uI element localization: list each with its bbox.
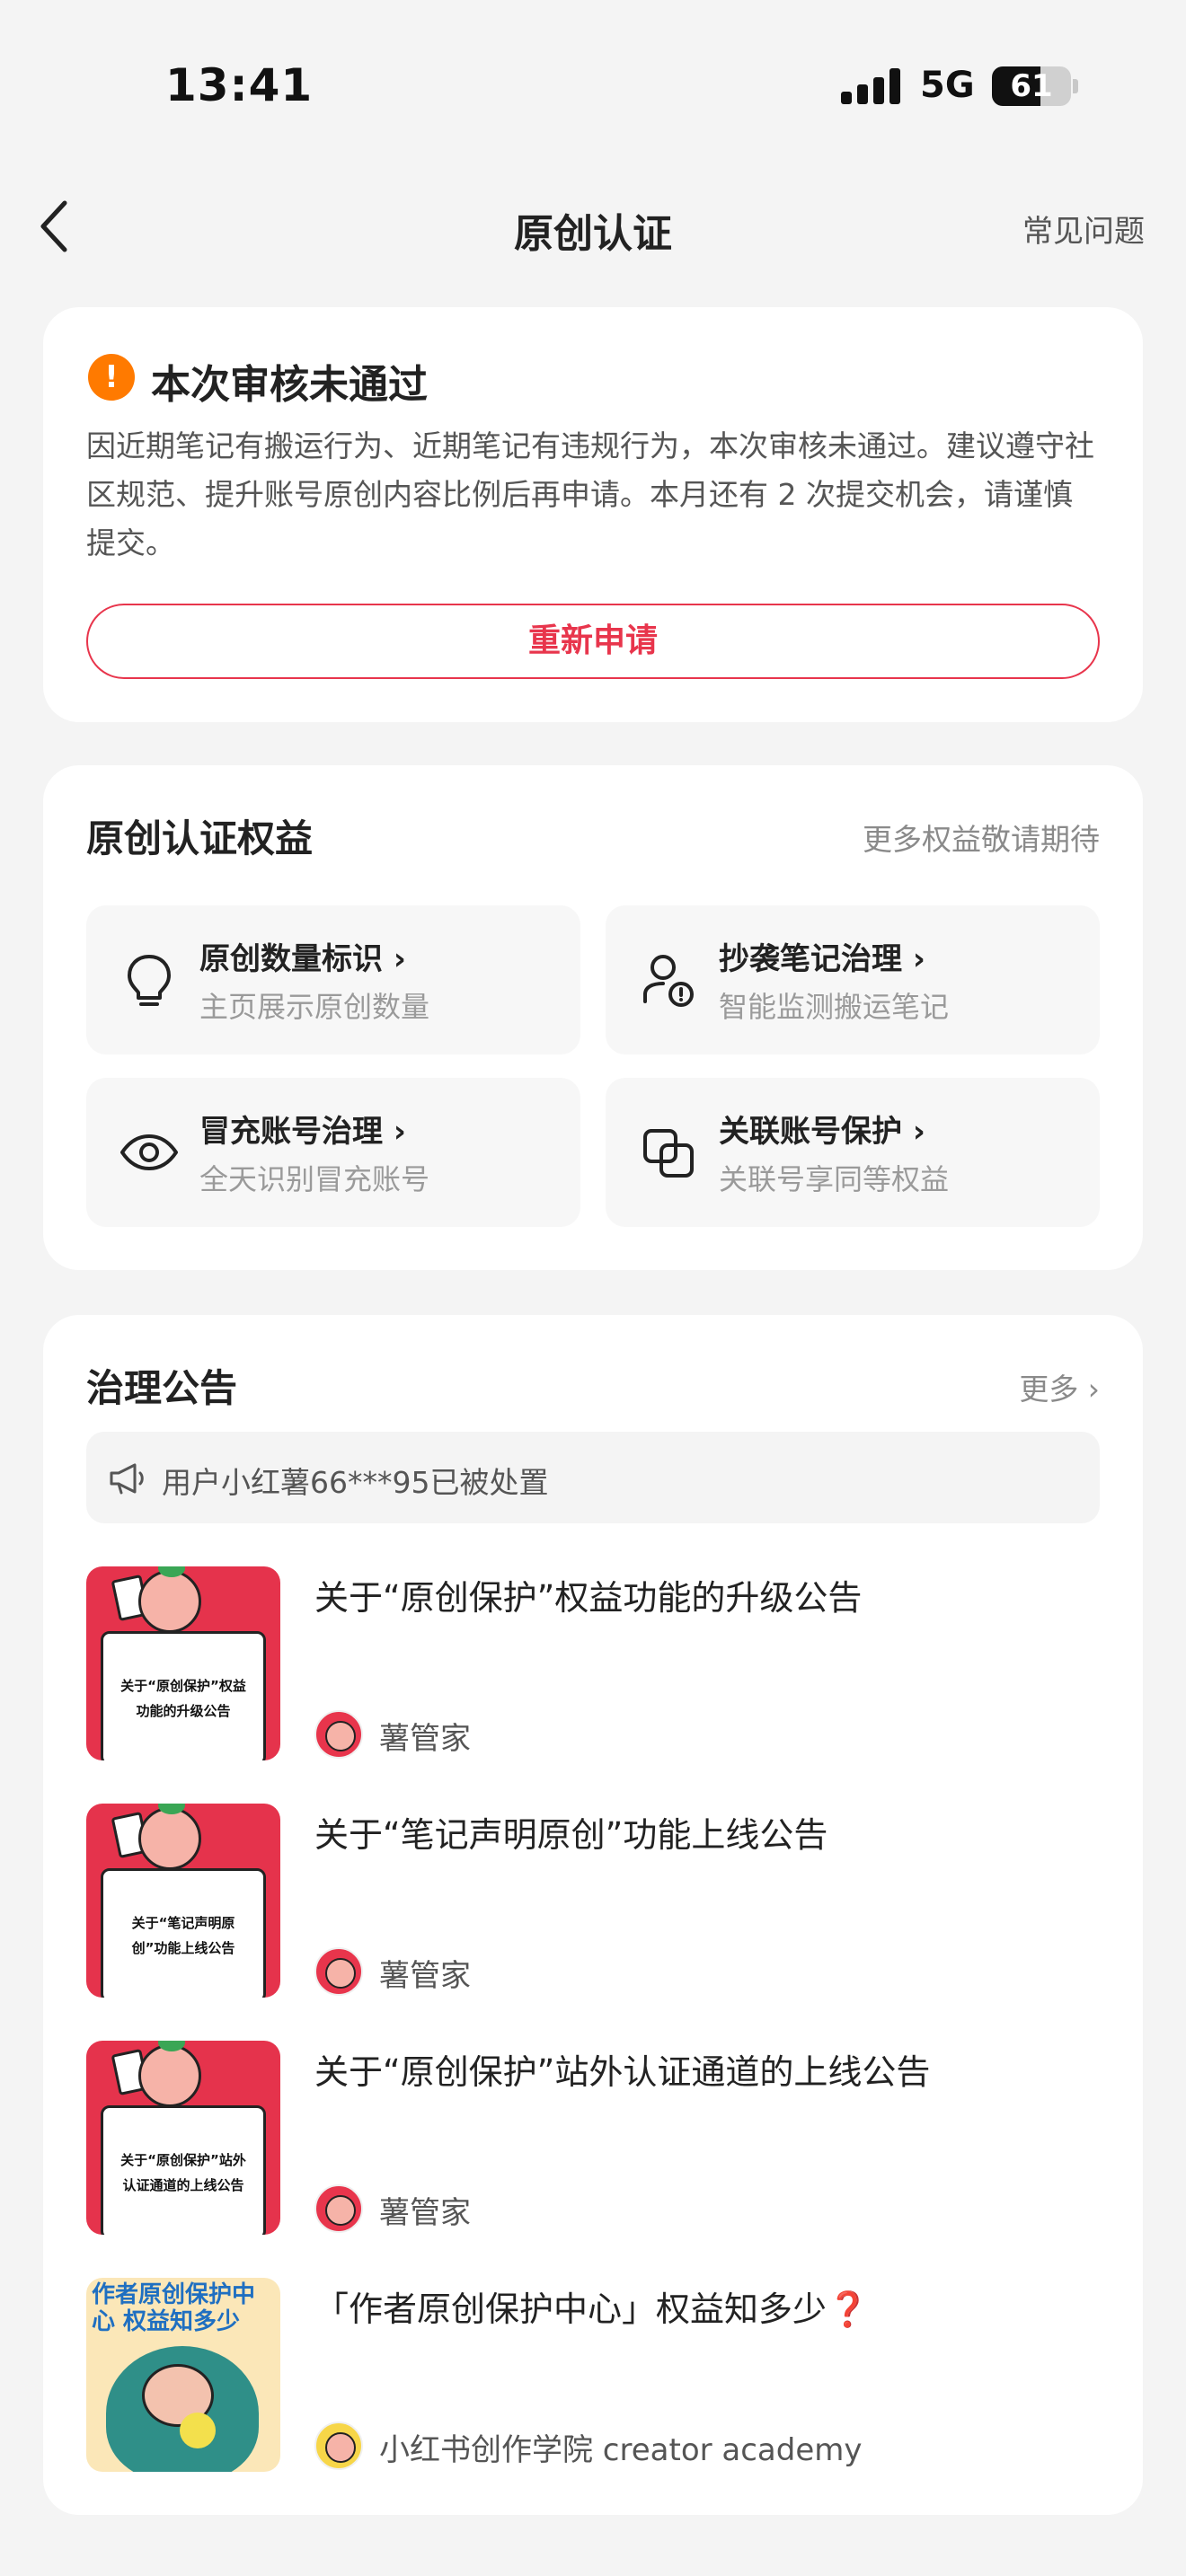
- benefits-card: 原创认证权益 更多权益敬请期待 原创数量标识 › 主页展示原创数量 抄袭笔记治理…: [43, 765, 1143, 1270]
- review-message: 因近期笔记有搬运行为、近期笔记有违规行为，本次审核未通过。建议遵守社区规范、提升…: [86, 428, 1094, 560]
- status-bar: 13:41 5G 61: [0, 0, 1186, 171]
- article-title: 关于“笔记声明原创”功能上线公告: [314, 1815, 828, 1855]
- linked-accounts-icon: [643, 1129, 694, 1178]
- author-avatar: [314, 2184, 363, 2233]
- thumb-text: 作者原创保护中心 权益知多少: [92, 2281, 256, 2335]
- review-result-card: ! 本次审核未通过 因近期笔记有搬运行为、近期笔记有违规行为，本次审核未通过。建…: [43, 307, 1143, 722]
- article-thumbnail: 关于“笔记声明原创”功能上线公告: [86, 1804, 280, 1998]
- notices-title: 治理公告: [86, 1366, 238, 1410]
- notices-card: 治理公告 更多 › 用户小红薯66***95已被处置 关于“原创保护”权益功能的…: [43, 1315, 1143, 2515]
- benefit-name: 关联账号保护 ›: [719, 1114, 925, 1150]
- article-thumbnail: 关于“原创保护”权益功能的升级公告: [86, 1566, 280, 1760]
- thumb-board: 关于“原创保护”站外认证通道的上线公告: [101, 2105, 266, 2235]
- faq-link[interactable]: 常见问题: [1022, 207, 1145, 251]
- benefit-original-count[interactable]: 原创数量标识 › 主页展示原创数量: [86, 905, 580, 1054]
- benefit-plagiarism[interactable]: 抄袭笔记治理 › 智能监测搬运笔记: [606, 905, 1100, 1054]
- reapply-button[interactable]: 重新申请: [86, 604, 1100, 679]
- battery-level: 61: [1010, 68, 1053, 104]
- author-avatar: [314, 2422, 363, 2470]
- review-title: 本次审核未通过: [151, 362, 428, 408]
- author-name: 薯管家: [379, 1958, 471, 1994]
- author-name: 薯管家: [379, 2195, 471, 2231]
- author-name: 小红书创作学院 creator academy: [379, 2432, 863, 2468]
- warning-icon: !: [88, 354, 135, 401]
- thumb-text: 关于“原创保护”权益功能的升级公告: [120, 1678, 246, 1719]
- notice-ticker[interactable]: 用户小红薯66***95已被处置: [86, 1432, 1100, 1523]
- more-notices-link[interactable]: 更多 ›: [1019, 1365, 1100, 1408]
- author-avatar: [314, 1710, 363, 1759]
- benefit-desc: 关联号享同等权益: [719, 1162, 950, 1196]
- lightbulb-icon: [128, 955, 171, 1006]
- ticker-text: 用户小红薯66***95已被处置: [162, 1465, 549, 1500]
- article-title: 关于“原创保护”权益功能的升级公告: [314, 1578, 863, 1618]
- article-title: 关于“原创保护”站外认证通道的上线公告: [314, 2052, 931, 2092]
- eye-icon: [120, 1134, 178, 1170]
- mascot-head: [138, 1807, 201, 1870]
- benefit-linked-accounts[interactable]: 关联账号保护 › 关联号享同等权益: [606, 1078, 1100, 1227]
- benefit-desc: 智能监测搬运笔记: [719, 990, 950, 1024]
- article-title: 「作者原创保护中心」权益知多少❓: [314, 2289, 870, 2329]
- mascot-head: [138, 2044, 201, 2107]
- battery-icon: 61: [992, 66, 1071, 106]
- author-avatar: [314, 1947, 363, 1996]
- benefit-desc: 主页展示原创数量: [199, 990, 430, 1024]
- page-title: 原创认证: [514, 211, 672, 257]
- benefit-name: 冒充账号治理 ›: [199, 1114, 406, 1150]
- article-item[interactable]: 关于“原创保护”站外认证通道的上线公告 关于“原创保护”站外认证通道的上线公告 …: [86, 2041, 1100, 2235]
- article-item[interactable]: 关于“原创保护”权益功能的升级公告 关于“原创保护”权益功能的升级公告 薯管家: [86, 1566, 1100, 1760]
- more-benefits-text: 更多权益敬请期待: [863, 822, 1100, 857]
- article-item[interactable]: 关于“笔记声明原创”功能上线公告 关于“笔记声明原创”功能上线公告 薯管家: [86, 1804, 1100, 1998]
- megaphone-icon: [110, 1463, 144, 1495]
- signal-icon: [841, 68, 902, 104]
- nav-bar: 原创认证 常见问题: [0, 180, 1186, 273]
- thumb-flower: [180, 2413, 216, 2448]
- benefits-title: 原创认证权益: [86, 816, 314, 860]
- status-time: 13:41: [165, 59, 314, 111]
- battery-cap: [1073, 79, 1078, 93]
- thumb-text: 关于“笔记声明原创”功能上线公告: [131, 1915, 235, 1956]
- article-item[interactable]: 作者原创保护中心 权益知多少 「作者原创保护中心」权益知多少❓ 小红书创作学院 …: [86, 2278, 1100, 2472]
- author-name: 薯管家: [379, 1721, 471, 1757]
- thumb-text: 关于“原创保护”站外认证通道的上线公告: [120, 2152, 246, 2193]
- benefit-desc: 全天识别冒充账号: [199, 1162, 430, 1196]
- article-thumbnail: 作者原创保护中心 权益知多少: [86, 2278, 280, 2472]
- network-type: 5G: [920, 65, 975, 106]
- benefit-name: 原创数量标识 ›: [199, 941, 406, 977]
- benefit-name: 抄袭笔记治理 ›: [719, 941, 925, 977]
- mascot-head: [138, 1570, 201, 1633]
- benefit-impersonation[interactable]: 冒充账号治理 › 全天识别冒充账号: [86, 1078, 580, 1227]
- thumb-board: 关于“笔记声明原创”功能上线公告: [101, 1868, 266, 1998]
- thumb-board: 关于“原创保护”权益功能的升级公告: [101, 1631, 266, 1760]
- article-thumbnail: 关于“原创保护”站外认证通道的上线公告: [86, 2041, 280, 2235]
- user-warning-icon: [643, 955, 694, 1007]
